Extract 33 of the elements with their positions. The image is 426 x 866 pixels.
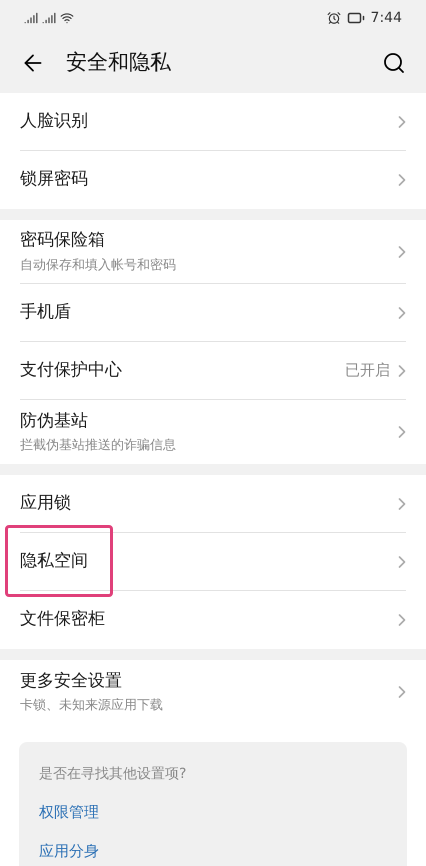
settings-row[interactable]: 隐私空间 [20,533,406,591]
row-title: 文件保密柜 [20,608,106,632]
row-title: 手机盾 [20,300,72,324]
settings-row[interactable]: 应用锁 [20,475,406,533]
row-title: 锁屏密码 [20,168,89,192]
row-subtitle: 自动保存和填入帐号和密码 [20,256,177,274]
settings-row[interactable]: 手机盾 [20,284,406,342]
row-value: 已开启 [345,360,390,382]
settings-row[interactable]: 文件保密柜 [20,591,406,649]
row-title: 防伪基站 [20,410,89,432]
signal-icon [24,11,38,25]
alarm-icon [326,11,341,25]
signal-icon [42,11,56,25]
search-button[interactable] [382,51,406,75]
row-title: 密码保险箱 [20,229,106,252]
row-title: 支付保护中心 [20,358,123,382]
row-title: 隐私空间 [20,550,89,573]
row-title: 人脸识别 [20,110,89,133]
settings-link[interactable]: 应用分身 [39,840,387,862]
wifi-icon [60,11,74,25]
row-title: 应用锁 [20,492,72,515]
row-subtitle: 拦截伪基站推送的诈骗信息 [20,437,177,455]
settings-row[interactable]: 支付保护中心 已开启 [20,342,406,400]
settings-link[interactable]: 权限管理 [39,801,387,824]
settings-row[interactable]: 防伪基站 拦截伪基站推送的诈骗信息 [20,400,406,464]
settings-row[interactable]: 锁屏密码 [20,151,406,209]
status-time: 7:44 [370,8,402,28]
settings-row[interactable]: 人脸识别 [20,93,406,151]
suggestion-prompt: 是否在寻找其他设置项? [39,765,188,784]
page-title: 安全和隐私 [66,49,172,76]
row-title: 更多安全设置 [20,670,123,692]
settings-row[interactable]: 密码保险箱 自动保存和填入帐号和密码 [20,220,406,284]
row-subtitle: 卡锁、未知来源应用下载 [20,697,164,715]
